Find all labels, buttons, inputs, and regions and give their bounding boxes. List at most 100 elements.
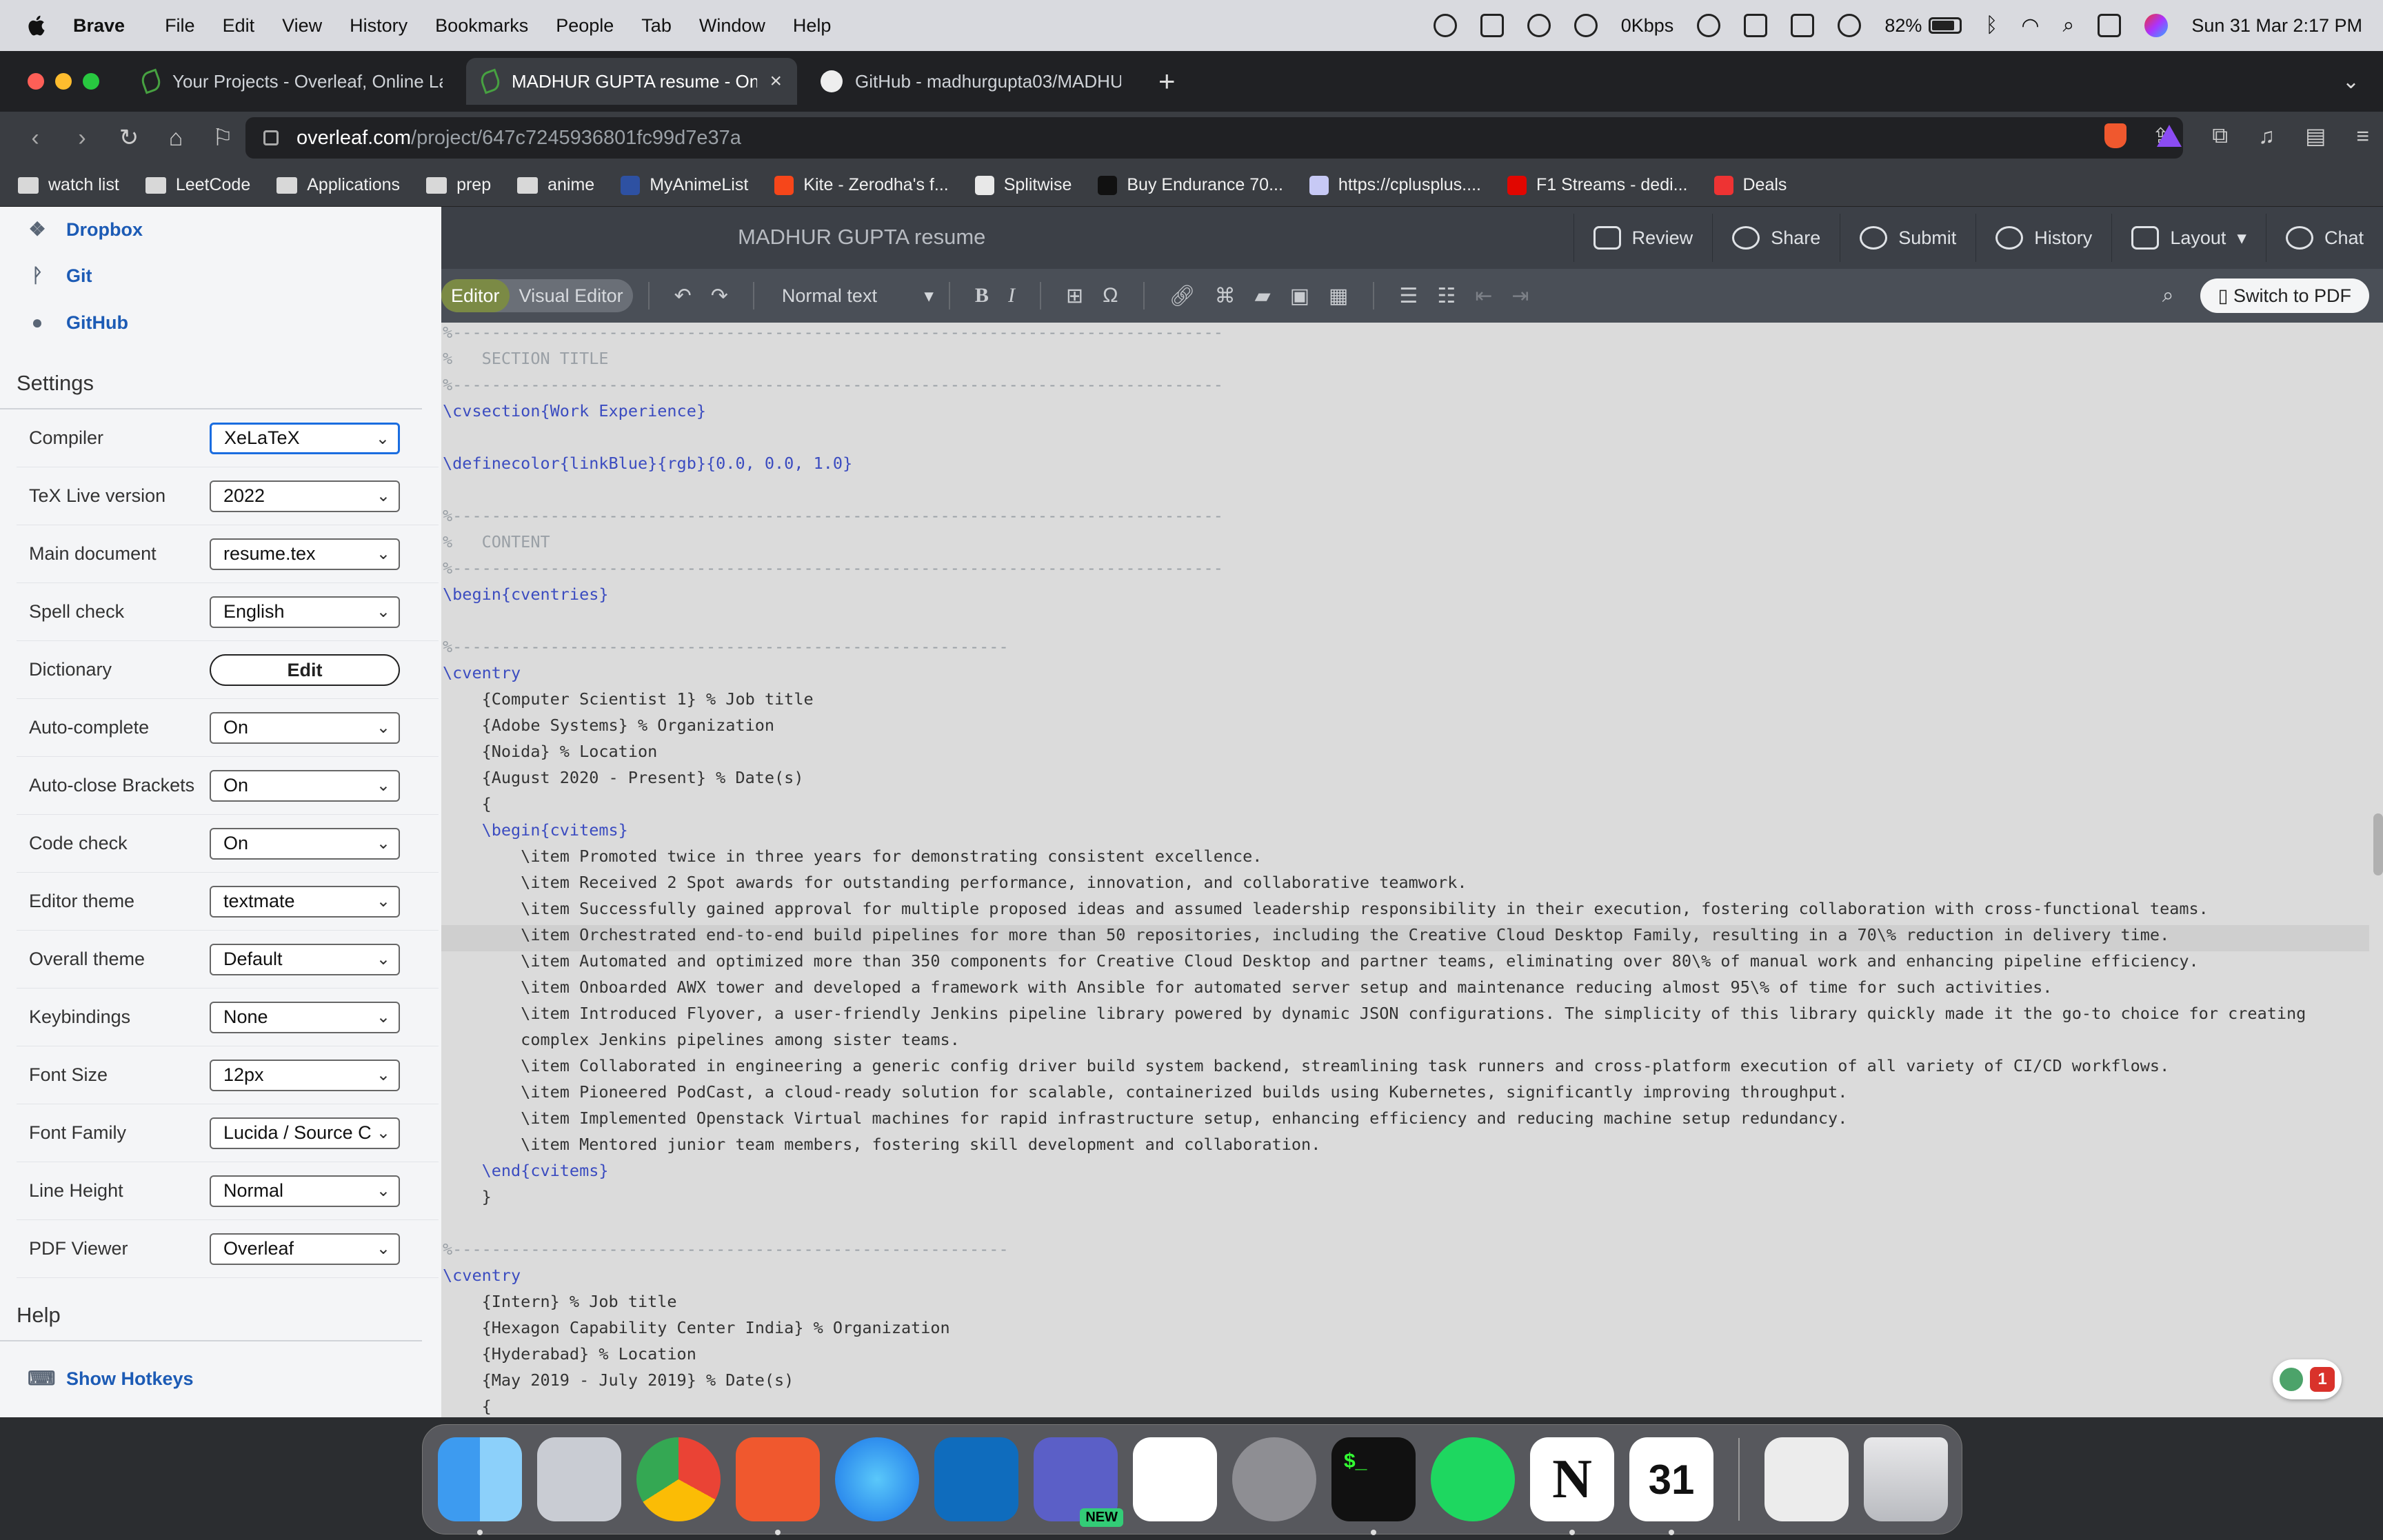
menu-view[interactable]: View: [282, 15, 322, 37]
table-icon[interactable]: ▦: [1329, 284, 1348, 308]
battery-status[interactable]: 82%: [1884, 15, 1962, 37]
code-line[interactable]: {: [441, 1397, 2369, 1417]
tab-your-projects[interactable]: Your Projects - Overleaf, Online La: [127, 58, 458, 105]
dock-outlook[interactable]: [934, 1437, 1018, 1521]
menu-icon[interactable]: ≡: [2356, 123, 2369, 149]
shield-icon[interactable]: [1480, 14, 1504, 37]
keybindings-select[interactable]: None ⌄: [210, 1001, 400, 1033]
code-line[interactable]: \item Received 2 Spot awards for outstan…: [441, 873, 2369, 899]
bookmark-splitwise[interactable]: Splitwise: [974, 175, 1072, 195]
paperclip-icon[interactable]: [1744, 14, 1768, 37]
close-tab-icon[interactable]: ×: [770, 70, 782, 93]
github-link[interactable]: ● GitHub: [0, 299, 441, 346]
chat-button[interactable]: Chat: [2265, 214, 2383, 262]
submit-button[interactable]: Submit: [1840, 214, 1975, 262]
code-line[interactable]: % CONTENT: [441, 532, 2369, 558]
globe-icon[interactable]: [1573, 14, 1598, 37]
code-line[interactable]: \item Pioneered PodCast, a cloud-ready s…: [441, 1082, 2369, 1108]
menu-file[interactable]: File: [165, 15, 195, 37]
code-line[interactable]: \item Automated and optimized more than …: [441, 951, 2369, 977]
code-editor[interactable]: %---------------------------------------…: [441, 323, 2383, 1417]
control-center-icon[interactable]: [2098, 14, 2122, 37]
play-icon[interactable]: [1697, 14, 1721, 37]
check-circle-icon[interactable]: [1433, 14, 1457, 37]
code-line[interactable]: \item Promoted twice in three years for …: [441, 847, 2369, 873]
bookmark-myanimelist[interactable]: MyAnimeList: [621, 175, 748, 195]
show-hotkeys-link[interactable]: ⌨ Show Hotkeys: [0, 1355, 441, 1402]
spell-check-select[interactable]: English ⌄: [210, 596, 400, 628]
editor-theme-select[interactable]: textmate ⌄: [210, 885, 400, 918]
tag-icon[interactable]: ⌘: [1215, 284, 1236, 308]
bookmark-anime[interactable]: anime: [517, 175, 594, 195]
code-line[interactable]: \item Collaborated in engineering a gene…: [441, 1056, 2369, 1082]
bookmark-icon[interactable]: ⚐: [211, 124, 234, 152]
code-line[interactable]: [441, 611, 2369, 637]
code-line[interactable]: \cvsection{Work Experience}: [441, 401, 2369, 427]
close-window-button[interactable]: [28, 73, 44, 90]
code-line[interactable]: \cventry: [441, 1266, 2369, 1292]
extensions-icon[interactable]: ⧉: [2212, 123, 2228, 149]
dictionary-edit-button[interactable]: Edit: [210, 654, 400, 686]
menu-help[interactable]: Help: [793, 15, 832, 37]
clock[interactable]: Sun 31 Mar 2:17 PM: [2191, 15, 2362, 37]
minimize-window-button[interactable]: [55, 73, 72, 90]
code-line[interactable]: {May 2019 - July 2019} % Date(s): [441, 1370, 2369, 1397]
share-button[interactable]: Share: [1712, 214, 1840, 262]
undo-icon[interactable]: ↶: [674, 284, 692, 308]
dock-documents-stack[interactable]: [1764, 1437, 1849, 1521]
auto-complete-select[interactable]: On ⌄: [210, 711, 400, 744]
dropbox-link[interactable]: ❖ Dropbox: [0, 207, 441, 252]
home-icon[interactable]: ⌂: [164, 125, 188, 152]
history-button[interactable]: History: [1975, 214, 2111, 262]
code-line[interactable]: \cventry: [441, 663, 2369, 689]
code-line[interactable]: }: [441, 1187, 2369, 1213]
code-line[interactable]: \definecolor{linkBlue}{rgb}{0.0, 0.0, 1.…: [441, 454, 2369, 480]
increase-indent-icon[interactable]: ⇥: [1511, 284, 1529, 308]
pdf-viewer-select[interactable]: Overleaf ⌄: [210, 1233, 400, 1265]
dock-launchpad[interactable]: [537, 1437, 621, 1521]
dock-teams[interactable]: NEW: [1034, 1437, 1123, 1527]
bookmark-ref-icon[interactable]: ▰: [1255, 284, 1271, 308]
text-style-dropdown[interactable]: Normal text ▾: [782, 285, 934, 307]
bookmark-watch-list[interactable]: watch list: [18, 175, 119, 195]
code-check-select[interactable]: On ⌄: [210, 827, 400, 860]
bookmark-deals[interactable]: Deals: [1713, 175, 1787, 195]
redo-icon[interactable]: ↷: [711, 284, 728, 308]
dock-finder[interactable]: [438, 1437, 522, 1535]
window-icon[interactable]: [1791, 14, 1815, 37]
spotlight-search-icon[interactable]: ⌕: [2063, 14, 2075, 37]
code-line[interactable]: {Hyderabad} % Location: [441, 1344, 2369, 1370]
dock-system-settings[interactable]: [1232, 1437, 1316, 1521]
code-line[interactable]: {Computer Scientist 1} % Job title: [441, 689, 2369, 716]
code-line[interactable]: {: [441, 794, 2369, 820]
dock-trash[interactable]: [1864, 1437, 1948, 1521]
menu-history[interactable]: History: [350, 15, 408, 37]
code-line[interactable]: \item Successfully gained approval for m…: [441, 899, 2369, 925]
main-document-select[interactable]: resume.tex ⌄: [210, 538, 400, 570]
symbol-omega-icon[interactable]: Ω: [1103, 284, 1118, 307]
gear-badge-icon[interactable]: [1527, 14, 1551, 37]
bookmark-cplusplus[interactable]: https://cplusplus....: [1309, 175, 1481, 195]
code-line[interactable]: \item Implemented Openstack Virtual mach…: [441, 1108, 2369, 1135]
auto-close-brackets-select[interactable]: On ⌄: [210, 769, 400, 802]
dock-terminal[interactable]: $_: [1331, 1437, 1416, 1535]
tab-search-chevron-icon[interactable]: ⌄: [2342, 70, 2360, 94]
dock-chrome[interactable]: [636, 1437, 721, 1521]
italic-icon[interactable]: I: [1008, 284, 1015, 307]
tab-resume[interactable]: MADHUR GUPTA resume - On ×: [466, 58, 797, 105]
floating-assist-button[interactable]: 1: [2273, 1359, 2342, 1399]
code-line[interactable]: {Adobe Systems} % Organization: [441, 716, 2369, 742]
dock-notion[interactable]: N: [1530, 1437, 1614, 1535]
code-line[interactable]: {Noida} % Location: [441, 742, 2369, 768]
brave-rewards-icon[interactable]: [2157, 125, 2182, 147]
user-icon[interactable]: [1838, 14, 1862, 37]
bookmark-prep[interactable]: prep: [426, 175, 491, 195]
sidebar-toggle-icon[interactable]: ▤: [2305, 123, 2326, 149]
code-line[interactable]: \item Onboarded AWX tower and developed …: [441, 977, 2369, 1004]
menu-people[interactable]: People: [556, 15, 614, 37]
code-line[interactable]: [441, 1213, 2369, 1239]
code-line[interactable]: %---------------------------------------…: [441, 506, 2369, 532]
review-button[interactable]: Review: [1573, 214, 1713, 262]
new-tab-button[interactable]: +: [1158, 65, 1176, 98]
line-height-select[interactable]: Normal ⌄: [210, 1175, 400, 1207]
